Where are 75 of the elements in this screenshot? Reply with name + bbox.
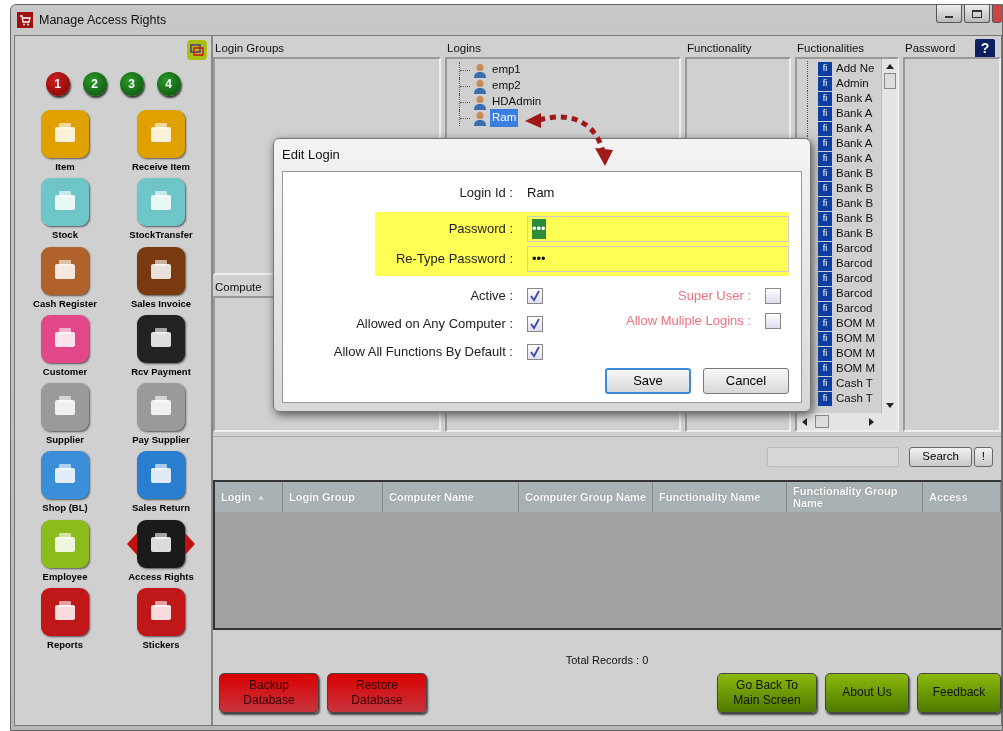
function-icon: fi [818, 151, 832, 166]
field-label: Re-Type Password : [394, 250, 514, 269]
function-icon: fi [818, 241, 832, 256]
function-icon: fi [818, 121, 832, 136]
footer-button[interactable]: About Us [825, 672, 909, 713]
function-icon: fi [818, 181, 832, 196]
function-icon: fi [818, 136, 832, 151]
total-records: Total Records : 0 [564, 653, 650, 668]
password-field[interactable]: ••• [527, 216, 789, 242]
app-button[interactable]: Rcv Payment [113, 314, 209, 379]
app-button[interactable]: Stock [17, 178, 113, 243]
function-icon: fi [818, 391, 832, 406]
app-button[interactable]: Supplier [17, 383, 113, 448]
exclamation-button[interactable]: ! [973, 446, 993, 467]
function-icon: fi [818, 376, 832, 391]
panel-title: Functionality [687, 40, 752, 56]
panel-title: Login Groups [215, 40, 285, 56]
panel-title: Compute [215, 279, 262, 295]
app-button[interactable]: Reports [17, 587, 113, 652]
app-button[interactable]: Receive Item [113, 110, 209, 175]
function-icon: fi [818, 256, 832, 271]
login-item[interactable]: HDAdmin [490, 93, 544, 111]
function-icon: fi [818, 226, 832, 241]
app-button[interactable]: Customer [17, 314, 113, 379]
function-icon: fi [818, 76, 832, 91]
step-button[interactable]: 2 [82, 72, 107, 96]
app-button[interactable]: Sales Return [113, 451, 209, 516]
app-button[interactable]: Access Rights [113, 519, 209, 584]
app-button[interactable]: Shop (BL) [17, 451, 113, 516]
step-button[interactable]: 4 [156, 72, 181, 96]
app-button[interactable]: Pay Supplier [113, 383, 209, 448]
footer-button[interactable]: Go Back To Main Screen [717, 672, 817, 713]
function-icon: fi [818, 166, 832, 181]
function-icon: fi [818, 286, 832, 301]
app-button[interactable]: Sales Invoice [113, 246, 209, 311]
panel-title: Logins [447, 40, 481, 56]
field-label: Login Id : [458, 184, 514, 203]
dialog-button[interactable]: Save [605, 368, 691, 394]
app-button[interactable]: Cash Register [17, 246, 113, 311]
app-button[interactable]: Item [17, 110, 113, 175]
function-icon: fi [818, 61, 832, 76]
search-button[interactable]: Search [909, 446, 972, 467]
checkbox-label: Super User : [678, 287, 752, 306]
panel-title: Fuctionalities [797, 40, 865, 56]
login-item[interactable]: emp2 [490, 77, 523, 95]
dialog-title: Edit Login [282, 146, 340, 165]
step-button[interactable]: 3 [119, 72, 144, 96]
function-icon: fi [818, 91, 832, 106]
function-icon: fi [818, 316, 832, 331]
function-icon: fi [818, 361, 832, 376]
function-icon: fi [818, 106, 832, 121]
footer-button[interactable]: Feedback [917, 672, 1001, 713]
dialog-button[interactable]: Cancel [703, 368, 789, 394]
checkbox-label: Allowed on Any Computer : [355, 315, 514, 334]
function-icon: fi [818, 331, 832, 346]
checkbox-label: Allow Muliple Logins : [626, 312, 752, 331]
function-icon: fi [818, 346, 832, 361]
app-button[interactable]: Stickers [113, 587, 209, 652]
field-label: Password : [447, 220, 514, 239]
checkbox-label: Active : [469, 287, 514, 306]
function-icon: fi [818, 196, 832, 211]
function-icon: fi [818, 211, 832, 226]
login-item[interactable]: Ram [490, 109, 519, 127]
function-icon: fi [818, 301, 832, 316]
help-button[interactable]: ? [975, 38, 995, 59]
window-title: Manage Access Rights [39, 11, 167, 29]
app-button[interactable]: StockTransfer [113, 178, 209, 243]
checkbox-label: Allow All Functions By Default : [332, 343, 514, 362]
step-button[interactable]: 1 [45, 72, 70, 96]
password-field[interactable]: ••• [527, 246, 789, 272]
app-button[interactable]: Employee [17, 519, 113, 584]
login-item[interactable]: emp1 [490, 61, 523, 79]
function-icon: fi [818, 271, 832, 286]
panel-title: Password [905, 40, 956, 56]
login-id-value: Ram [527, 184, 555, 203]
